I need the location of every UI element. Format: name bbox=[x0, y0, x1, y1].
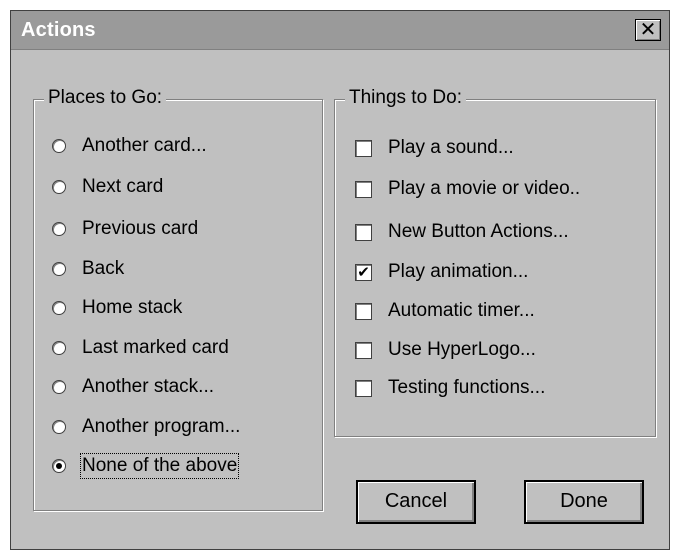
checkbox-play-animation[interactable]: ✔ Play animation... bbox=[355, 258, 528, 286]
radio-button-icon[interactable] bbox=[52, 341, 66, 355]
checkbox-label: Testing functions... bbox=[388, 377, 546, 398]
radio-another-program[interactable]: Another program... bbox=[52, 413, 240, 441]
things-group-label: Things to Do: bbox=[345, 87, 466, 109]
radio-label: Another card... bbox=[82, 135, 207, 156]
radio-label: Back bbox=[82, 258, 125, 279]
radio-button-icon[interactable] bbox=[52, 222, 66, 236]
checkbox-icon[interactable] bbox=[355, 302, 372, 320]
checkbox-automatic-timer[interactable]: Automatic timer... bbox=[355, 297, 535, 325]
checkbox-label: Play a movie or video.. bbox=[388, 178, 581, 199]
checkbox-icon[interactable] bbox=[355, 180, 372, 198]
radio-button-icon[interactable] bbox=[52, 262, 66, 276]
checkbox-label: Play animation... bbox=[388, 261, 529, 282]
cancel-button[interactable]: Cancel bbox=[356, 480, 476, 524]
radio-label: Previous card bbox=[82, 218, 199, 239]
radio-none-of-the-above[interactable]: None of the above bbox=[52, 452, 240, 480]
checkbox-label: Play a sound... bbox=[388, 137, 514, 158]
places-to-go-group: Places to Go: Another card... Next card … bbox=[33, 87, 323, 511]
checkbox-label: New Button Actions... bbox=[388, 221, 569, 242]
radio-last-marked-card[interactable]: Last marked card bbox=[52, 334, 229, 362]
checkbox-testing-functions[interactable]: Testing functions... bbox=[355, 374, 545, 402]
radio-button-icon[interactable] bbox=[52, 420, 66, 434]
checkbox-checked-icon[interactable]: ✔ bbox=[355, 263, 372, 281]
title-bar[interactable]: Actions ✕ bbox=[11, 11, 669, 50]
radio-back[interactable]: Back bbox=[52, 255, 124, 283]
checkbox-icon[interactable] bbox=[355, 223, 372, 241]
radio-next-card[interactable]: Next card bbox=[52, 173, 163, 201]
checkbox-icon[interactable] bbox=[355, 341, 372, 359]
checkbox-use-hyperlogo[interactable]: Use HyperLogo... bbox=[355, 336, 536, 364]
checkbox-label: Automatic timer... bbox=[388, 300, 535, 321]
radio-label: Next card bbox=[82, 176, 164, 197]
places-group-label: Places to Go: bbox=[44, 87, 167, 109]
radio-label: Last marked card bbox=[82, 337, 229, 358]
radio-button-icon[interactable] bbox=[52, 301, 66, 315]
checkbox-label: Use HyperLogo... bbox=[388, 339, 536, 360]
checkbox-icon[interactable] bbox=[355, 139, 372, 157]
done-button[interactable]: Done bbox=[524, 480, 644, 524]
radio-previous-card[interactable]: Previous card bbox=[52, 215, 198, 243]
actions-dialog: Actions ✕ Places to Go: Another card... … bbox=[10, 10, 670, 550]
things-to-do-group: Things to Do: Play a sound... Play a mov… bbox=[334, 87, 656, 437]
radio-button-icon[interactable] bbox=[52, 180, 66, 194]
radio-another-card[interactable]: Another card... bbox=[52, 132, 207, 160]
checkbox-play-sound[interactable]: Play a sound... bbox=[355, 134, 514, 162]
checkbox-icon[interactable] bbox=[355, 379, 372, 397]
radio-label: Another program... bbox=[82, 416, 241, 437]
radio-another-stack[interactable]: Another stack... bbox=[52, 373, 214, 401]
checkbox-new-button-actions[interactable]: New Button Actions... bbox=[355, 218, 569, 246]
radio-label: Home stack bbox=[82, 297, 183, 318]
radio-label: None of the above bbox=[79, 453, 240, 479]
window-title: Actions bbox=[21, 19, 96, 41]
radio-button-icon[interactable] bbox=[52, 139, 66, 153]
checkbox-play-movie[interactable]: Play a movie or video.. bbox=[355, 175, 580, 203]
close-icon[interactable]: ✕ bbox=[635, 19, 661, 41]
radio-button-selected-icon[interactable] bbox=[52, 459, 66, 473]
radio-button-icon[interactable] bbox=[52, 380, 66, 394]
radio-home-stack[interactable]: Home stack bbox=[52, 294, 182, 322]
radio-label: Another stack... bbox=[82, 376, 215, 397]
